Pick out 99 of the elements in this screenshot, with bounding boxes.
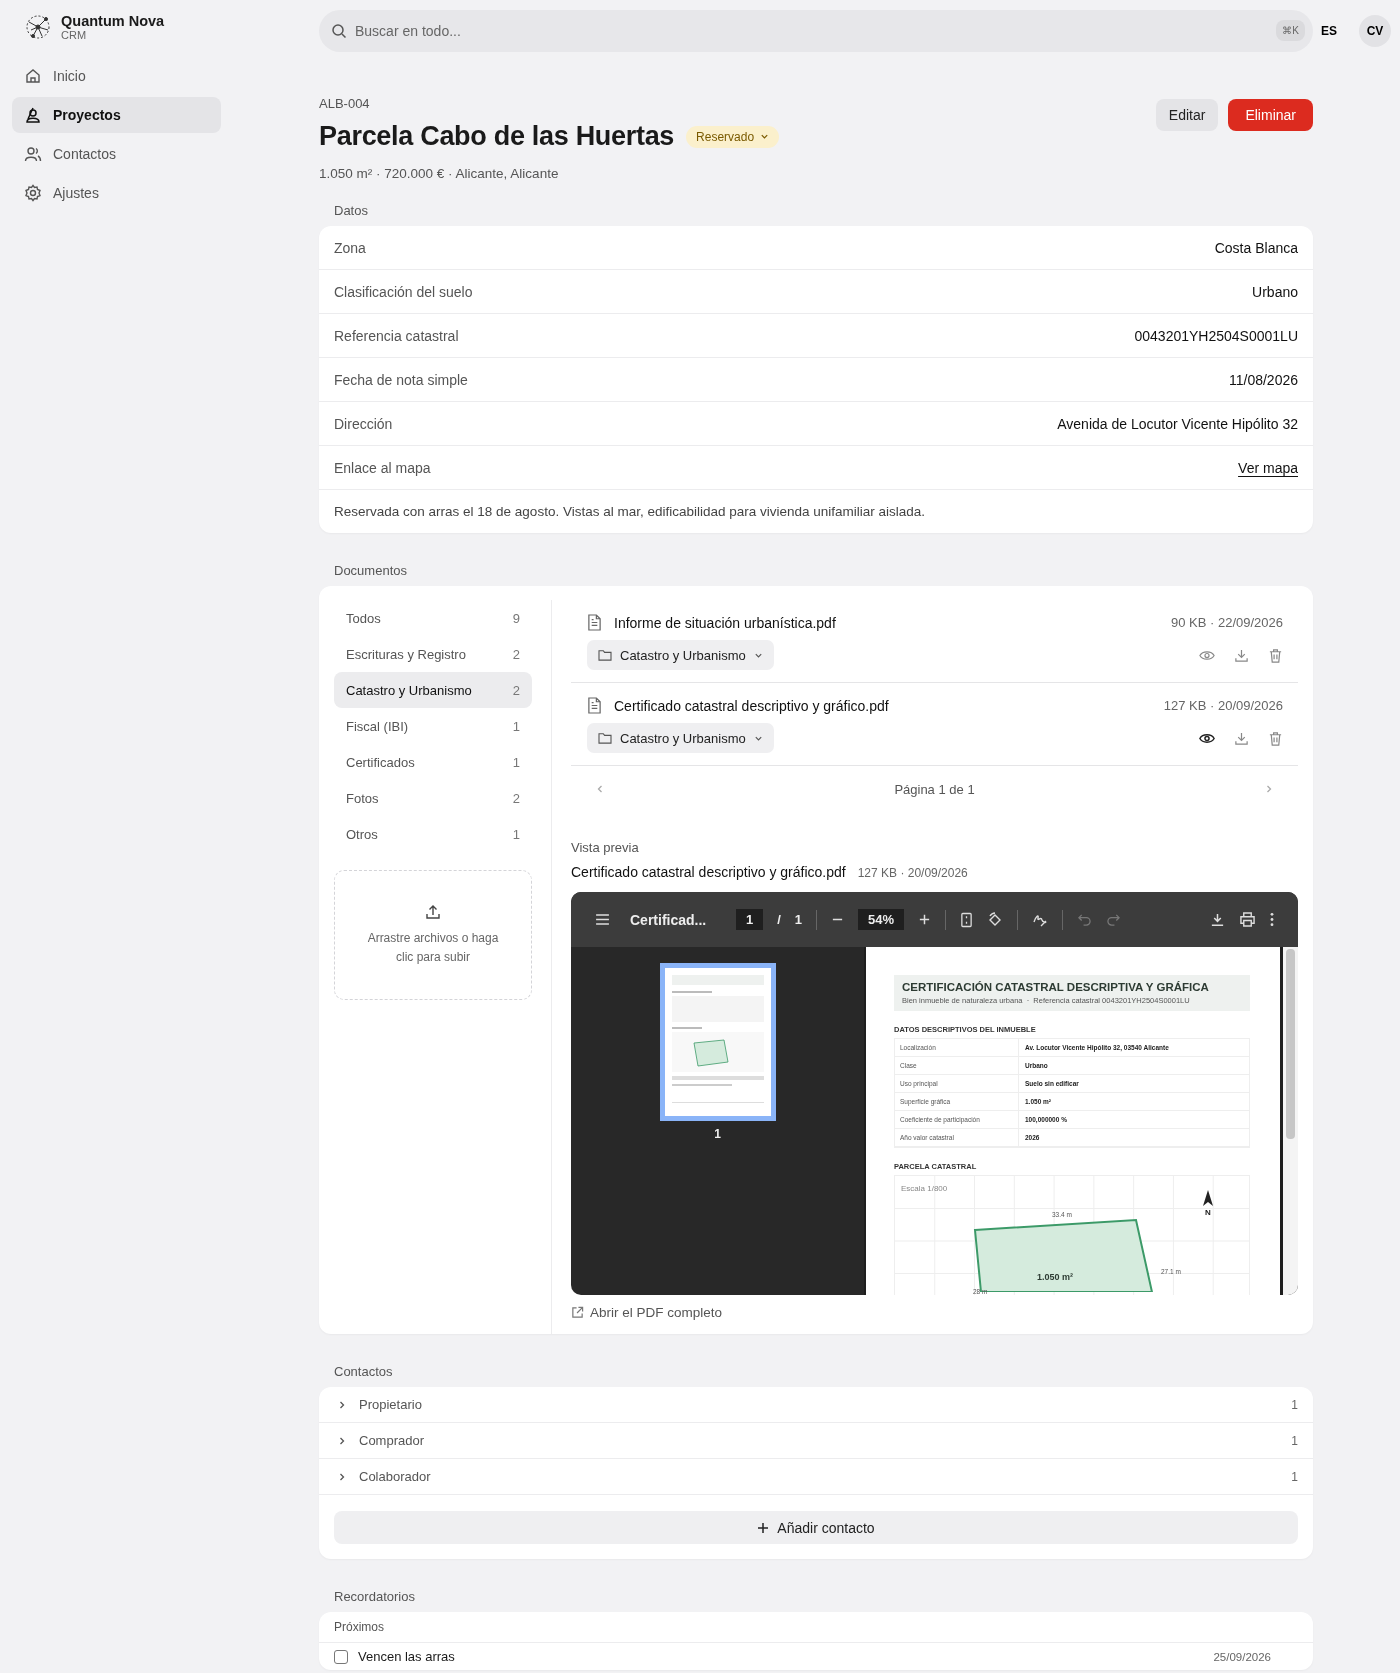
category-item[interactable]: Catastro y Urbanismo 2 [334, 672, 532, 708]
open-pdf-link[interactable]: Abrir el PDF completo [571, 1305, 1298, 1320]
add-contact-button[interactable]: Añadir contacto [334, 1511, 1298, 1544]
more-icon[interactable] [1270, 912, 1274, 927]
north-arrow-icon [1203, 1190, 1213, 1206]
reminder-date: 25/09/2026 [1213, 1650, 1271, 1663]
chevron-down-icon [760, 132, 770, 141]
section-label: Recordatorios [333, 1589, 416, 1604]
document-title: CERTIFICACIÓN CATASTRAL DESCRIPTIVA Y GRÁFICA [902, 981, 1210, 993]
field-label: Enlace al mapa [334, 459, 431, 476]
nav-item[interactable]: Contactos [12, 136, 221, 172]
download-icon[interactable] [1234, 647, 1249, 663]
brand-name: Quantum Nova [61, 13, 165, 29]
nav-item[interactable]: Inicio [12, 58, 221, 94]
print-icon[interactable] [1239, 912, 1256, 927]
category-item[interactable]: Otros 1 [334, 816, 532, 852]
download-icon[interactable] [1234, 730, 1249, 746]
scale-label: Escala 1/800 [901, 1184, 948, 1193]
logo-icon [24, 13, 52, 41]
map-link[interactable]: Ver mapa [1238, 459, 1298, 476]
home-icon [24, 67, 42, 85]
group-label: Próximos [319, 1612, 1313, 1643]
folder-icon [598, 649, 612, 661]
north-label: N [1205, 1208, 1211, 1217]
file-name[interactable]: Informe de situación urbanística.pdf [614, 614, 836, 631]
area-label: 1.050 m² [1037, 1272, 1074, 1282]
page-count: 1 [794, 912, 803, 927]
nav-item[interactable]: Proyectos [12, 97, 221, 133]
field-label: Clasificación del suelo [334, 283, 473, 300]
brand-subtitle: CRM [61, 29, 88, 41]
fit-page-icon[interactable] [960, 911, 974, 928]
search-icon [331, 23, 347, 39]
zoom-field[interactable]: 54% [858, 909, 905, 930]
person-pin-icon [24, 106, 42, 124]
folder-dropdown[interactable]: Catastro y Urbanismo [587, 723, 774, 753]
contact-group[interactable]: Comprador 1 [319, 1423, 1313, 1459]
upload-hint: Arrastre archivos o haga clic para subir [366, 930, 500, 966]
field-label: Fecha de nota simple [334, 371, 468, 388]
redo-icon[interactable] [1106, 913, 1122, 926]
project-code: ALB-004 [319, 96, 371, 111]
note-text: Reservada con arras el 18 de agosto. Vistas al mar, edificabilidad para vivienda unifamiliar aislada. [333, 503, 927, 521]
page-title: Parcela Cabo de las Huertas [319, 121, 675, 152]
menu-icon[interactable] [595, 914, 610, 925]
people-icon [24, 145, 42, 163]
field-label: Zona [334, 239, 366, 256]
field-value: 0043201YH2504S0001LU [1134, 327, 1298, 344]
category-item[interactable]: Escrituras y Registro 2 [334, 636, 532, 672]
checkbox[interactable] [334, 1649, 348, 1664]
language-button[interactable]: ES [1321, 24, 1343, 38]
scrollbar[interactable] [1283, 947, 1298, 1295]
preview-label: Vista previa [571, 840, 640, 855]
upload-dropzone[interactable]: Arrastre archivos o haga clic para subir [334, 870, 532, 1000]
zoom-in-icon[interactable] [918, 913, 932, 926]
edit-button[interactable]: Editar [1155, 99, 1219, 131]
delete-button[interactable]: Eliminar [1228, 99, 1313, 131]
field-value: 11/08/2026 [1228, 371, 1298, 388]
avatar[interactable]: CV [1359, 15, 1391, 47]
external-link-icon [571, 1306, 584, 1319]
category-item[interactable]: Fotos 2 [334, 780, 532, 816]
trash-icon[interactable] [1268, 647, 1283, 663]
trash-icon[interactable] [1268, 730, 1283, 746]
nav-item[interactable]: Ajustes [12, 175, 221, 211]
file-meta: 127 KB · 20/09/2026 [1163, 698, 1283, 713]
page-separator: / [777, 912, 781, 927]
shortcut-hint: ⌘K [1276, 20, 1305, 41]
contact-group[interactable]: Propietario 1 [319, 1387, 1313, 1423]
plus-icon [757, 1521, 770, 1534]
field-label: Dirección [334, 415, 393, 432]
section-label: Contactos [333, 1364, 394, 1379]
project-summary: 1.050 m² · 720.000 € · Alicante, Alicante [319, 166, 560, 181]
folder-icon [598, 732, 612, 744]
preview-file-name: Certificado catastral descriptivo y gráfico.pdf [571, 864, 846, 880]
field-value: Costa Blanca [1214, 239, 1298, 256]
document-icon [587, 697, 602, 714]
folder-dropdown[interactable]: Catastro y Urbanismo [587, 640, 774, 670]
thumbnail-label: 1 [714, 1127, 721, 1141]
file-name[interactable]: Certificado catastral descriptivo y gráfico.pdf [614, 697, 889, 714]
preview-file-meta: 127 KB · 20/09/2026 [857, 866, 968, 880]
contact-group[interactable]: Colaborador 1 [319, 1459, 1313, 1495]
viewer-title: Certificad... [630, 911, 708, 928]
field-value: Avenida de Locutor Vicente Hipólito 32 [1057, 415, 1298, 432]
category-item[interactable]: Fiscal (IBI) 1 [334, 708, 532, 744]
eye-icon[interactable] [1199, 731, 1215, 745]
file-meta: 90 KB · 22/09/2026 [1170, 615, 1283, 630]
undo-icon[interactable] [1077, 913, 1093, 926]
category-item[interactable]: Todos 9 [334, 600, 532, 636]
field-value: Urbano [1252, 283, 1298, 300]
document-icon [587, 614, 602, 631]
settings-icon [24, 184, 42, 202]
section-label: Datos [333, 203, 369, 218]
pagination-text: Página 1 de 1 [894, 781, 975, 797]
page-field[interactable]: 1 [736, 909, 764, 930]
status-badge[interactable]: Reservado [686, 125, 780, 148]
section-label: Documentos [333, 563, 408, 578]
page-thumbnail-drawing[interactable] [659, 963, 776, 1121]
field-label: Referencia catastral [334, 327, 459, 344]
category-item[interactable]: Certificados 1 [334, 744, 532, 780]
upload-icon [424, 903, 442, 921]
reminder-text: Vencen las arras [358, 1649, 455, 1664]
